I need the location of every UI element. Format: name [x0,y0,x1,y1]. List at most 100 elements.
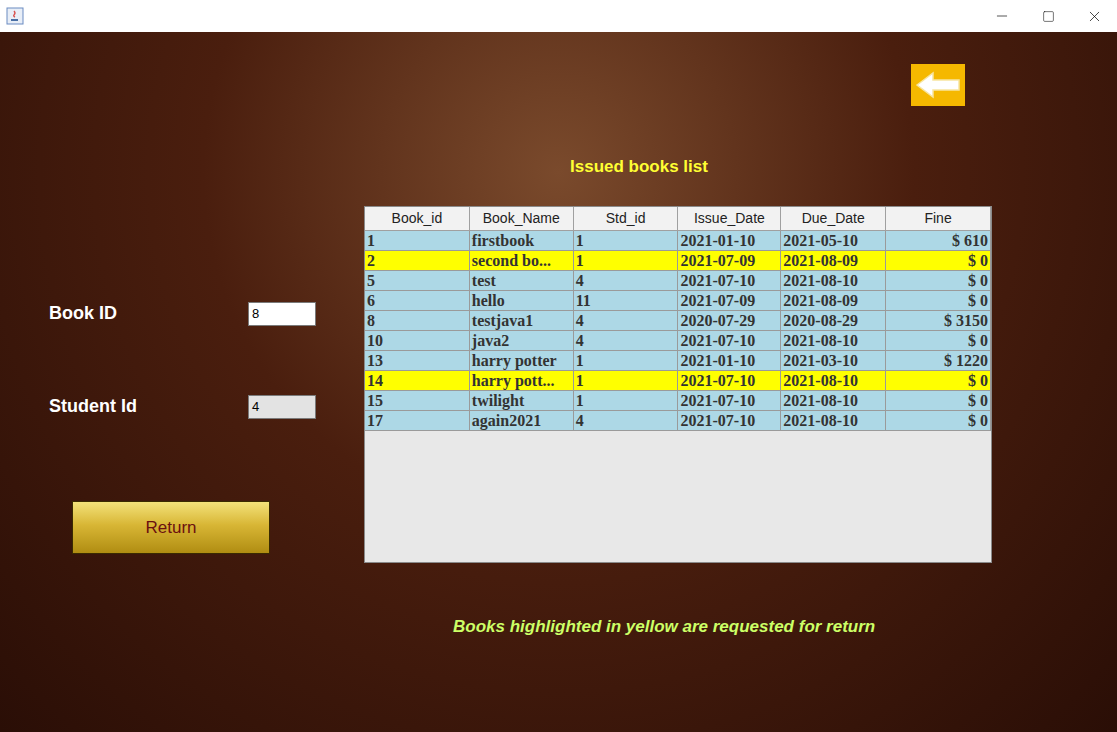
table-cell: 4 [574,271,679,291]
table-cell: 1 [574,231,679,251]
table-cell: 4 [574,411,679,431]
table-cell: 2021-08-10 [781,331,886,351]
table-cell: 2021-08-09 [781,251,886,271]
table-row[interactable]: 13harry potter12021-01-102021-03-10$ 122… [365,351,991,371]
table-row[interactable]: 6hello112021-07-092021-08-09$ 0 [365,291,991,311]
column-header[interactable]: Book_id [365,207,470,231]
column-header[interactable]: Due_Date [781,207,886,231]
field-label: Book ID [49,300,248,327]
table-cell: 1 [574,351,679,371]
table-row[interactable]: 15twilight12021-07-102021-08-10$ 0 [365,391,991,411]
app-window: Book ID8Student Id4ReturnIssued books li… [0,0,1117,732]
table-cell: 6 [365,291,470,311]
table-cell: 2021-07-10 [678,271,781,291]
table-cell: 2021-01-10 [678,351,781,371]
table-cell: again2021 [470,411,574,431]
table-cell: $ 1220 [886,351,991,371]
list-heading: Issued books list [570,156,992,178]
table-cell: firstbook [470,231,574,251]
table-cell: 2021-07-09 [678,251,781,271]
table-cell: 2020-08-29 [781,311,886,331]
table-cell: 2021-08-10 [781,411,886,431]
table-cell: second bo... [470,251,574,271]
table-cell: twilight [470,391,574,411]
column-header[interactable]: Fine [886,207,991,231]
table-cell: 2021-03-10 [781,351,886,371]
return-button[interactable]: Return [72,501,270,554]
table-cell: 1 [574,251,679,271]
table-cell: 2021-07-09 [678,291,781,311]
table-cell: 2021-07-10 [678,371,781,391]
table-cell: 10 [365,331,470,351]
table-cell: 15 [365,391,470,411]
maximize-button[interactable] [1025,0,1071,32]
text-field[interactable]: 4 [248,395,316,419]
text-field[interactable]: 8 [248,302,316,326]
table-cell: $ 0 [886,271,991,291]
table-cell: $ 0 [886,331,991,351]
maximize-icon [1042,10,1055,23]
table-cell: 17 [365,411,470,431]
table-cell: java2 [470,331,574,351]
java-icon [6,7,24,25]
table-cell: 4 [574,331,679,351]
table-cell: 4 [574,311,679,331]
return-note: Books highlighted in yellow are requeste… [453,614,992,640]
table-cell: 1 [574,391,679,411]
table-row[interactable]: 1firstbook12021-01-102021-05-10$ 610 [365,231,991,251]
table-cell: test [470,271,574,291]
form-panel: Book ID8 Student Id4 Return [0,32,364,732]
table-cell: 1 [574,371,679,391]
table-cell: hello [470,291,574,311]
table-row[interactable]: 5test42021-07-102021-08-10$ 0 [365,271,991,291]
table-cell: $ 0 [886,371,991,391]
close-icon [1086,8,1103,25]
minimize-button[interactable] [979,0,1025,32]
table-cell: harry pott... [470,371,574,391]
table-row[interactable]: 10java242021-07-102021-08-10$ 0 [365,331,991,351]
title-bar [0,0,1117,32]
table-cell: 2021-07-10 [678,411,781,431]
table-row[interactable]: 8testjava142020-07-292020-08-29$ 3150 [365,311,991,331]
table-row[interactable]: 17again202142021-07-102021-08-10$ 0 [365,411,991,431]
table-row[interactable]: 2second bo...12021-07-092021-08-09$ 0 [365,251,991,271]
form-row: Student Id4 [49,393,364,420]
table-cell: $ 610 [886,231,991,251]
table-cell: $ 3150 [886,311,991,331]
table-cell: 13 [365,351,470,371]
close-button[interactable] [1071,0,1117,32]
table-cell: 2021-08-10 [781,271,886,291]
table-cell: 2021-07-10 [678,391,781,411]
table-cell: 2021-05-10 [781,231,886,251]
minimize-icon [994,8,1010,24]
column-header[interactable]: Issue_Date [678,207,781,231]
table-cell: $ 0 [886,291,991,311]
table-cell: 2021-08-09 [781,291,886,311]
field-label: Student Id [49,393,248,420]
table-cell: 2021-07-10 [678,331,781,351]
table-row[interactable]: 14harry pott...12021-07-102021-08-10$ 0 [365,371,991,391]
column-header[interactable]: Std_id [574,207,679,231]
form-row: Book ID8 [49,300,364,327]
list-panel: Issued books list Book_idBook_NameStd_idI… [364,32,992,732]
table-cell: 14 [365,371,470,391]
table-header: Book_idBook_NameStd_idIssue_DateDue_Date… [365,207,991,231]
back-arrow-icon [915,70,961,100]
table-cell: 2 [365,251,470,271]
table-cell: 11 [574,291,679,311]
library-background: Book ID8Student Id4ReturnIssued books li… [0,32,1117,732]
table-cell: 8 [365,311,470,331]
table-cell: harry potter [470,351,574,371]
table-cell: 2021-08-10 [781,371,886,391]
table-cell: $ 0 [886,391,991,411]
issued-books-table: Book_idBook_NameStd_idIssue_DateDue_Date… [364,206,992,563]
back-button[interactable] [911,64,965,106]
table-cell: $ 0 [886,411,991,431]
column-header[interactable]: Book_Name [470,207,574,231]
table-cell: 2021-08-10 [781,391,886,411]
table-cell: 5 [365,271,470,291]
table-cell: 2021-01-10 [678,231,781,251]
table-cell: 2020-07-29 [678,311,781,331]
table-cell: $ 0 [886,251,991,271]
table-cell: testjava1 [470,311,574,331]
